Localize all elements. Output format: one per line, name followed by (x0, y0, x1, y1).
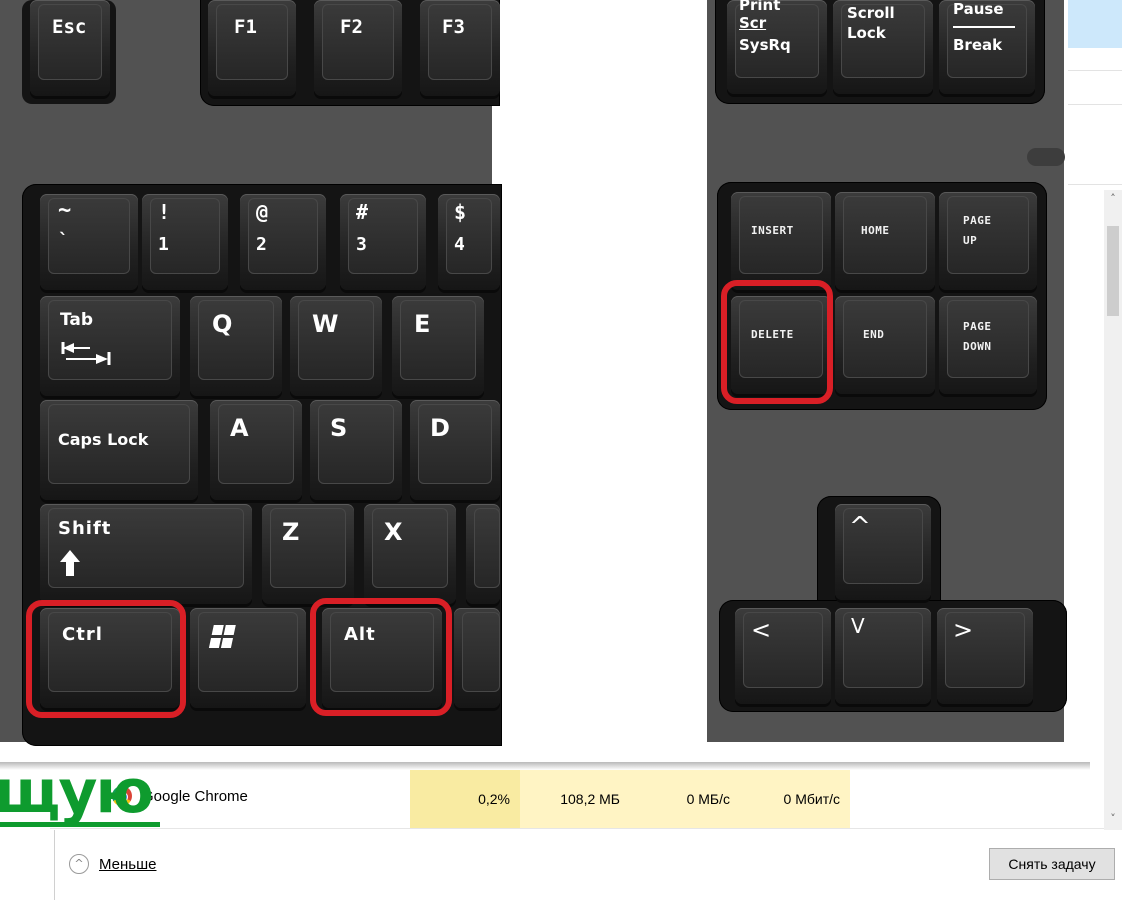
table-row[interactable]: Google Chrome 0,2% 108,2 МБ 0 МБ/с 0 Мби… (50, 770, 1104, 828)
ctrl-key-highlight (26, 600, 186, 718)
key-end: END (835, 296, 935, 394)
scroll-down-arrow-icon[interactable]: ˅ (1106, 812, 1120, 826)
process-name: Google Chrome (142, 788, 248, 805)
scroll-up-arrow-icon[interactable]: ˄ (1106, 192, 1120, 206)
end-task-button[interactable]: Снять задачу (989, 848, 1115, 880)
keyboard-left-image: Esc F1 F2 F3 ~ ` ! 1 @ 2 # 3 $ 4 Tab Q W… (0, 0, 502, 746)
key-home: HOME (835, 192, 935, 290)
key-pause-break: Pause Break (939, 0, 1035, 94)
key-arrow-up: ^ (835, 504, 931, 600)
key-page-up: PAGE UP (939, 192, 1037, 290)
key-4: $ 4 (438, 194, 500, 290)
delete-key-highlight (721, 280, 833, 404)
overlay-text: щую (0, 757, 154, 827)
vertical-scrollbar[interactable]: ˄ ˅ (1104, 190, 1122, 830)
row-divider (1068, 70, 1122, 71)
key-arrow-right: > (937, 608, 1033, 704)
key-f1: F1 (208, 0, 296, 96)
key-q: Q (190, 296, 282, 396)
tab-arrow-icon (61, 342, 111, 365)
key-tab: Tab (40, 296, 180, 396)
disk-cell: 0 МБ/с (630, 770, 740, 828)
chevron-up-icon: ^ (69, 854, 89, 874)
key-insert: INSERT (731, 192, 831, 290)
key-print-screen: Print Scr SysRq (727, 0, 827, 94)
key-windows (190, 608, 306, 708)
alt-key-highlight (310, 598, 452, 716)
key-f2: F2 (314, 0, 402, 96)
key-esc: Esc (30, 0, 110, 96)
key-s: S (310, 400, 402, 500)
key-z: Z (262, 504, 354, 604)
popup-shadow (0, 762, 1090, 770)
task-manager-footer: ^ Меньше Снять задачу (54, 830, 1122, 900)
pause-divider (953, 26, 1015, 28)
key-3: # 3 (340, 194, 426, 290)
overlay-underline (0, 822, 160, 827)
key-caps-lock: Caps Lock (40, 400, 198, 500)
keyboard-right-image: Print Scr SysRq Scroll Lock Pause Break … (707, 0, 1067, 742)
key-e: E (392, 296, 484, 396)
key-2: @ 2 (240, 194, 326, 290)
key-1: ! 1 (142, 194, 228, 290)
row-divider (1068, 104, 1122, 105)
key-x: X (364, 504, 456, 604)
fewer-details-label: Меньше (99, 855, 157, 873)
cpu-cell: 0,2% (410, 770, 520, 828)
shift-arrow-icon (60, 550, 80, 576)
windows-logo-icon (208, 625, 236, 648)
memory-cell: 108,2 МБ (520, 770, 630, 828)
network-cell: 0 Мбит/с (740, 770, 850, 828)
key-tilde: ~ ` (40, 194, 138, 290)
key-shift: Shift (40, 504, 252, 604)
key-arrow-down: V (835, 608, 931, 704)
key-c-partial (466, 504, 500, 604)
scroll-thumb[interactable] (1107, 226, 1119, 316)
key-scroll-lock: Scroll Lock (833, 0, 933, 94)
key-a: A (210, 400, 302, 500)
key-page-down: PAGE DOWN (939, 296, 1037, 394)
key-arrow-left: < (735, 608, 831, 704)
key-f3: F3 (420, 0, 500, 96)
key-w: W (290, 296, 382, 396)
selected-row-highlight (1068, 0, 1122, 48)
indicator-light (1027, 148, 1065, 166)
row-divider (1068, 184, 1122, 185)
key-space-partial (454, 608, 500, 708)
row-divider (50, 828, 1104, 829)
key-d: D (410, 400, 500, 500)
fewer-details-button[interactable]: ^ Меньше (69, 854, 156, 874)
